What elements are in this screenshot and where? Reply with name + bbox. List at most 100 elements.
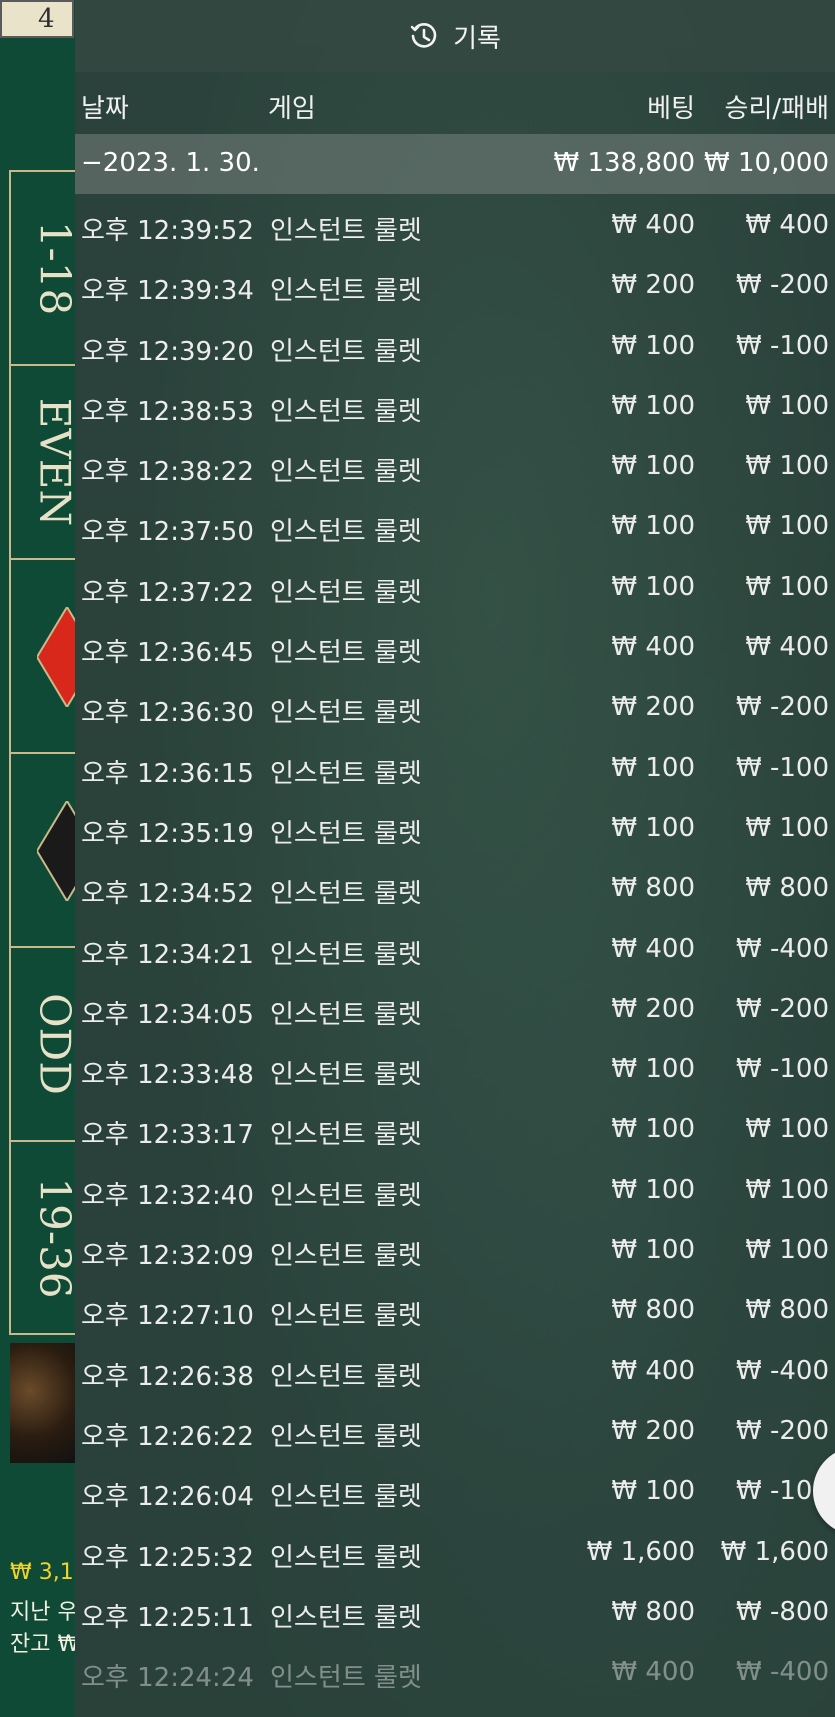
row-game: 인스턴트 룰렛	[270, 577, 422, 608]
app-screen: 4 1-18 EVEN ODD 19-36 ₩ 3,1 지난 우 잔고 ₩ 기록…	[0, 0, 835, 1717]
row-bet: ₩ 100	[611, 451, 695, 482]
history-icon	[410, 23, 437, 48]
row-result: ₩ 1,600	[720, 1536, 829, 1567]
row-result: ₩ -200	[736, 692, 829, 723]
row-game: 인스턴트 룰렛	[270, 276, 422, 307]
bet-spot-19-36[interactable]: 19-36	[11, 1142, 76, 1333]
row-game: 인스턴트 룰렛	[270, 517, 422, 548]
row-bet: ₩ 200	[611, 1415, 695, 1446]
row-bet: ₩ 1,600	[586, 1536, 695, 1567]
row-time: 오후 12:32:40	[81, 1180, 254, 1211]
row-game: 인스턴트 룰렛	[270, 999, 422, 1030]
history-row[interactable]: 오후 12:33:17 인스턴트 룰렛 ₩ 100 ₩ 100	[75, 1102, 835, 1162]
history-row[interactable]: 오후 12:34:05 인스턴트 룰렛 ₩ 200 ₩ -200	[75, 982, 835, 1042]
column-date: 날짜	[81, 94, 129, 124]
history-row[interactable]: 오후 12:25:11 인스턴트 룰렛 ₩ 800 ₩ -800	[75, 1585, 835, 1645]
row-game: 인스턴트 룰렛	[270, 1663, 422, 1694]
row-game: 인스턴트 룰렛	[270, 638, 422, 669]
row-time: 오후 12:34:05	[81, 999, 254, 1030]
history-row[interactable]: 오후 12:24:24 인스턴트 룰렛 ₩ 400 ₩ -400	[75, 1645, 835, 1705]
history-list: 오후 12:39:52 인스턴트 룰렛 ₩ 400 ₩ 400 오후 12:39:34 인…	[75, 198, 835, 1705]
row-bet: ₩ 200	[611, 270, 695, 301]
history-row[interactable]: 오후 12:39:20 인스턴트 룰렛 ₩ 100 ₩ -100	[75, 319, 835, 379]
bet-spot-label: 19-36	[30, 1176, 76, 1299]
row-game: 인스턴트 룰렛	[270, 1361, 422, 1392]
row-game: 인스턴트 룰렛	[270, 698, 422, 729]
row-game: 인스턴트 룰렛	[270, 939, 422, 970]
row-bet: ₩ 100	[611, 1235, 695, 1266]
bet-spot-even[interactable]: EVEN	[11, 366, 75, 560]
history-row[interactable]: 오후 12:26:04 인스턴트 룰렛 ₩ 100 ₩ -100	[75, 1464, 835, 1524]
row-game: 인스턴트 룰렛	[270, 1241, 422, 1272]
row-bet: ₩ 400	[611, 1355, 695, 1386]
row-game: 인스턴트 룰렛	[270, 1060, 422, 1091]
row-game: 인스턴트 룰렛	[270, 336, 422, 367]
bet-spot-1-18[interactable]: 1-18	[11, 172, 75, 366]
row-bet: ₩ 100	[611, 571, 695, 602]
row-time: 오후 12:34:21	[81, 939, 254, 970]
history-row[interactable]: 오후 12:34:21 인스턴트 룰렛 ₩ 400 ₩ -400	[75, 922, 835, 982]
history-row[interactable]: 오후 12:26:38 인스턴트 룰렛 ₩ 400 ₩ -400	[75, 1344, 835, 1404]
history-row[interactable]: 오후 12:32:09 인스턴트 룰렛 ₩ 100 ₩ 100	[75, 1223, 835, 1283]
row-bet: ₩ 400	[611, 933, 695, 964]
history-row[interactable]: 오후 12:38:53 인스턴트 룰렛 ₩ 100 ₩ 100	[75, 379, 835, 439]
row-game: 인스턴트 룰렛	[270, 818, 422, 849]
row-time: 오후 12:24:24	[81, 1663, 254, 1694]
roulette-wheel-thumbnail[interactable]	[10, 1343, 75, 1463]
row-time: 오후 12:39:20	[81, 336, 254, 367]
row-bet: ₩ 800	[611, 1295, 695, 1326]
black-diamond-icon	[37, 801, 75, 901]
history-row[interactable]: 오후 12:27:10 인스턴트 룰렛 ₩ 800 ₩ 800	[75, 1283, 835, 1343]
row-result: ₩ -400	[736, 1355, 829, 1386]
row-bet: ₩ 100	[611, 511, 695, 542]
row-result: ₩ -100	[736, 330, 829, 361]
history-row[interactable]: 오후 12:37:22 인스턴트 룰렛 ₩ 100 ₩ 100	[75, 560, 835, 620]
row-time: 오후 12:33:48	[81, 1060, 254, 1091]
history-row[interactable]: 오후 12:39:34 인스턴트 룰렛 ₩ 200 ₩ -200	[75, 258, 835, 318]
history-row[interactable]: 오후 12:36:45 인스턴트 룰렛 ₩ 400 ₩ 400	[75, 620, 835, 680]
row-bet: ₩ 100	[611, 752, 695, 783]
history-row[interactable]: 오후 12:35:19 인스턴트 룰렛 ₩ 100 ₩ 100	[75, 801, 835, 861]
history-row[interactable]: 오후 12:37:50 인스턴트 룰렛 ₩ 100 ₩ 100	[75, 499, 835, 559]
row-bet: ₩ 100	[611, 812, 695, 843]
row-result: ₩ 100	[745, 511, 829, 542]
win-amount: ₩ 3,1	[10, 1560, 74, 1585]
row-time: 오후 12:37:50	[81, 517, 254, 548]
date-group-row[interactable]: −2023. 1. 30. ₩ 138,800 ₩ 10,000	[75, 134, 835, 194]
last-number: 4	[0, 0, 74, 38]
row-game: 인스턴트 룰렛	[270, 396, 422, 427]
row-time: 오후 12:34:52	[81, 879, 254, 910]
row-result: ₩ -200	[736, 993, 829, 1024]
row-time: 오후 12:36:15	[81, 758, 254, 789]
history-row[interactable]: 오후 12:26:22 인스턴트 룰렛 ₩ 200 ₩ -200	[75, 1404, 835, 1464]
row-result: ₩ 400	[745, 210, 829, 240]
history-row[interactable]: 오후 12:34:52 인스턴트 룰렛 ₩ 800 ₩ 800	[75, 861, 835, 921]
history-row[interactable]: 오후 12:39:52 인스턴트 룰렛 ₩ 400 ₩ 400	[75, 198, 835, 258]
bet-spot-label: EVEN	[30, 397, 76, 527]
row-bet: ₩ 400	[611, 1657, 695, 1688]
column-headers: 날짜 게임 베팅 승리/패배	[75, 72, 835, 134]
history-row[interactable]: 오후 12:36:30 인스턴트 룰렛 ₩ 200 ₩ -200	[75, 680, 835, 740]
bet-spot-odd[interactable]: ODD	[11, 948, 75, 1142]
row-result: ₩ 100	[745, 451, 829, 482]
row-result: ₩ -100	[736, 752, 829, 783]
row-result: ₩ 100	[745, 812, 829, 843]
history-row[interactable]: 오후 12:25:32 인스턴트 룰렛 ₩ 1,600 ₩ 1,600	[75, 1525, 835, 1585]
row-result: ₩ -400	[736, 1657, 829, 1688]
bet-spot-black[interactable]	[11, 754, 75, 948]
row-game: 인스턴트 룰렛	[270, 1542, 422, 1573]
history-row[interactable]: 오후 12:36:15 인스턴트 룰렛 ₩ 100 ₩ -100	[75, 741, 835, 801]
row-game: 인스턴트 룰렛	[270, 457, 422, 488]
row-game: 인스턴트 룰렛	[270, 1301, 422, 1332]
row-time: 오후 12:26:38	[81, 1361, 254, 1392]
date-group-result-total: ₩ 10,000	[704, 148, 829, 178]
history-row[interactable]: 오후 12:32:40 인스턴트 룰렛 ₩ 100 ₩ 100	[75, 1163, 835, 1223]
row-bet: ₩ 800	[611, 873, 695, 904]
history-header: 기록	[75, 0, 835, 72]
history-row[interactable]: 오후 12:38:22 인스턴트 룰렛 ₩ 100 ₩ 100	[75, 439, 835, 499]
row-result: ₩ 100	[745, 1174, 829, 1205]
row-time: 오후 12:32:09	[81, 1241, 254, 1272]
bet-spot-red[interactable]	[11, 560, 75, 754]
bet-spot-label: ODD	[30, 993, 76, 1095]
history-row[interactable]: 오후 12:33:48 인스턴트 룰렛 ₩ 100 ₩ -100	[75, 1042, 835, 1102]
